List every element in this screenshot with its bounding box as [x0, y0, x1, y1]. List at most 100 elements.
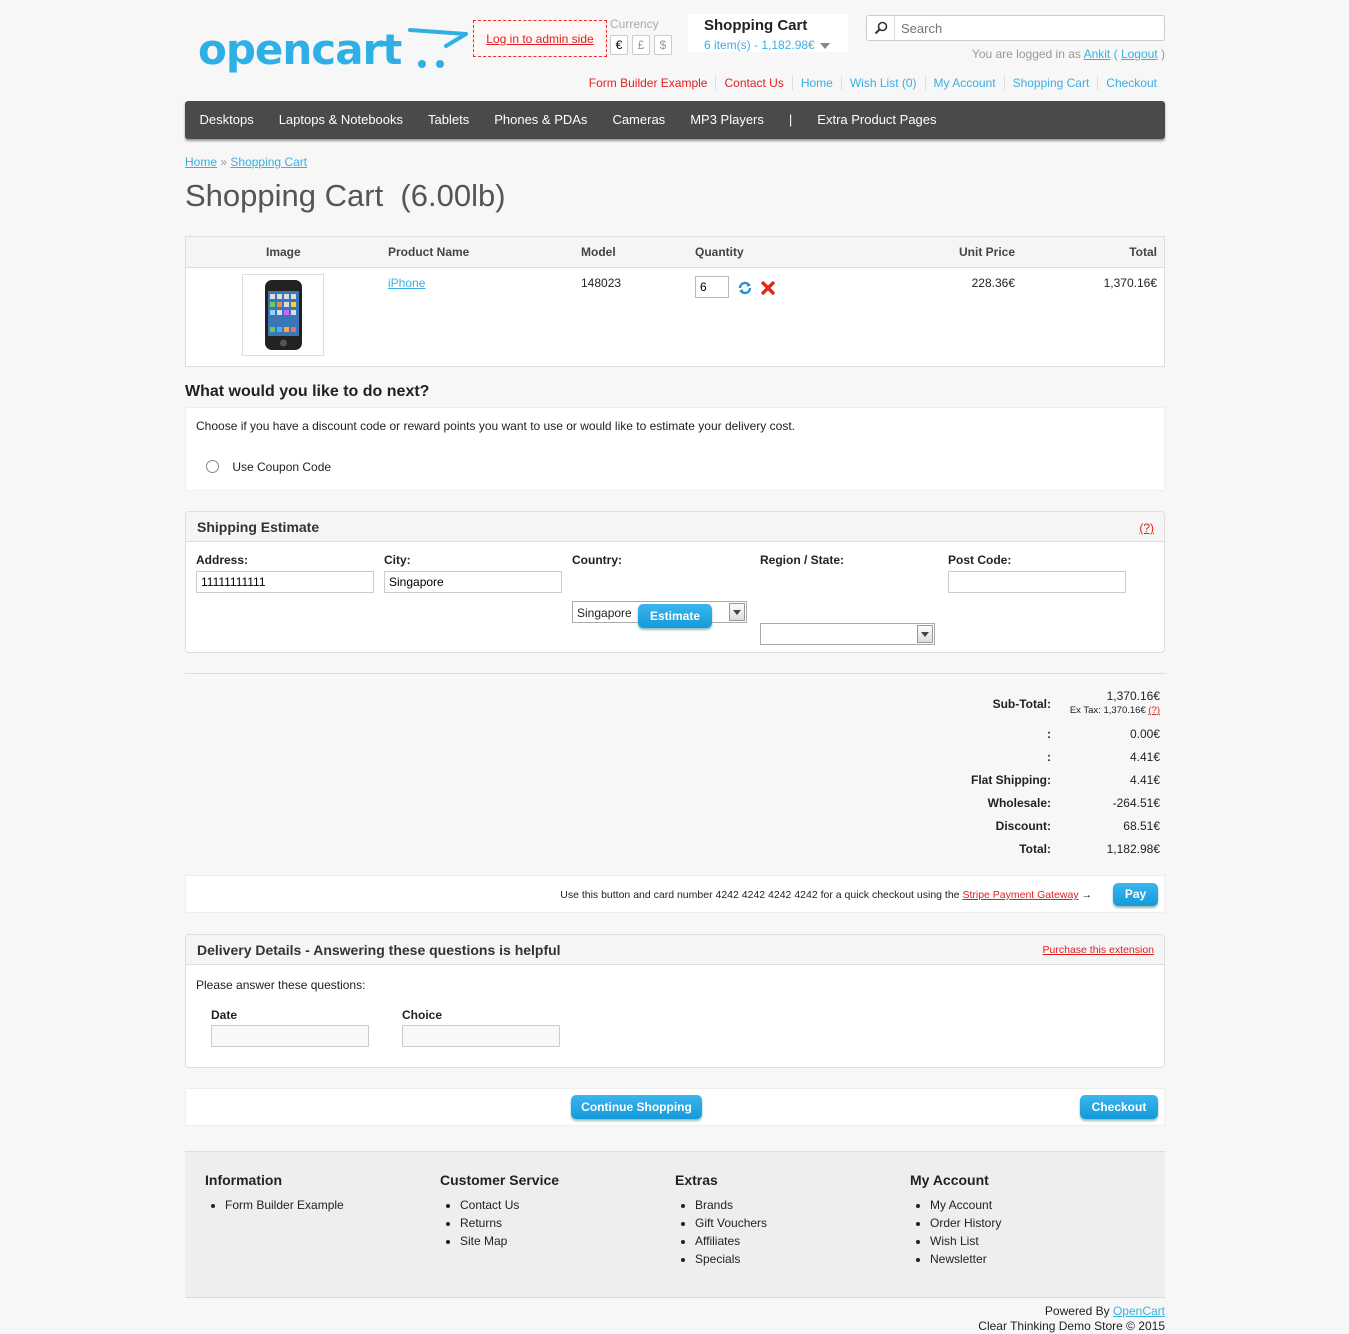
choice-input[interactable] — [402, 1025, 560, 1047]
stripe-description: Use this button and card number 4242 424… — [560, 889, 960, 901]
total-row-label: : — [1047, 750, 1051, 764]
toplink-contact-us[interactable]: Contact Us — [715, 76, 791, 90]
copyright: Clear Thinking Demo Store © 2015 — [978, 1319, 1165, 1333]
footer-information-title: Information — [205, 1172, 282, 1188]
logout-link[interactable]: Logout — [1121, 47, 1158, 61]
city-input[interactable] — [384, 571, 562, 593]
pay-button[interactable]: Pay — [1113, 883, 1158, 906]
footer-link[interactable]: Specials — [695, 1250, 767, 1268]
footer-link[interactable]: Wish List — [930, 1232, 1001, 1250]
footer-link[interactable]: Order History — [930, 1214, 1001, 1232]
toplink-shopping-cart[interactable]: Shopping Cart — [1003, 76, 1098, 90]
checkout-button[interactable]: Checkout — [1080, 1095, 1158, 1119]
menu-laptops[interactable]: Laptops & Notebooks — [266, 101, 415, 139]
footer-extras: Extras Brands Gift Vouchers Affiliates S… — [675, 1172, 767, 1268]
menu-phones[interactable]: Phones & PDAs — [482, 101, 600, 139]
total-row-label: Total: — [1019, 842, 1051, 856]
total-row-value: 4.41€ — [1129, 750, 1160, 764]
total-row: Wholesale: -264.51€ — [185, 796, 1165, 814]
search-icon[interactable] — [867, 16, 895, 40]
currency-dollar-button[interactable]: $ — [654, 35, 672, 55]
product-model: 148023 — [581, 276, 622, 290]
header-cart-summary[interactable]: 6 item(s) - 1,182.98€ — [704, 38, 815, 52]
col-quantity: Quantity — [695, 245, 744, 259]
footer-link[interactable]: Affiliates — [695, 1232, 767, 1250]
total-row-label: Flat Shipping: — [971, 773, 1051, 787]
col-image: Image — [266, 245, 301, 259]
chevron-down-icon[interactable] — [729, 603, 745, 621]
footer-link[interactable]: My Account — [930, 1196, 1001, 1214]
country-label: Country: — [572, 553, 622, 567]
estimate-button[interactable]: Estimate — [638, 604, 712, 628]
total-row-label: : — [1047, 727, 1051, 741]
col-unit-price: Unit Price — [958, 245, 1015, 259]
toplink-checkout[interactable]: Checkout — [1097, 76, 1165, 90]
cart-actions: Continue Shopping Checkout — [185, 1088, 1165, 1126]
menu-desktops[interactable]: Desktops — [187, 101, 266, 139]
footer-link[interactable]: Brands — [695, 1196, 767, 1214]
refresh-icon[interactable] — [737, 280, 753, 299]
continue-shopping-button[interactable]: Continue Shopping — [571, 1095, 702, 1119]
currency-label: Currency — [610, 17, 659, 31]
menu-mp3[interactable]: MP3 Players — [678, 101, 777, 139]
menu-extra-pages[interactable]: Extra Product Pages — [805, 101, 949, 139]
quantity-input[interactable] — [695, 276, 729, 298]
ex-tax-help-link[interactable]: (?) — [1148, 705, 1160, 716]
menu-cameras[interactable]: Cameras — [600, 101, 678, 139]
total-row-value: 68.51€ — [1123, 819, 1160, 833]
toplink-my-account[interactable]: My Account — [924, 76, 1004, 90]
date-input[interactable] — [211, 1025, 369, 1047]
address-input[interactable] — [196, 571, 374, 593]
opencart-link[interactable]: OpenCart — [1113, 1304, 1165, 1318]
footer-link[interactable]: Site Map — [460, 1232, 559, 1250]
total-row-value: 4.41€ — [1129, 773, 1160, 787]
admin-login-link[interactable]: Log in to admin side — [473, 20, 607, 57]
delivery-details-panel: Delivery Details - Answering these quest… — [185, 934, 1165, 1068]
shipping-estimate-title: Shipping Estimate — [197, 519, 320, 535]
cart-table-header: Image Product Name Model Quantity Unit P… — [186, 237, 1164, 268]
col-model: Model — [581, 245, 616, 259]
powered-prefix: Powered By — [1044, 1304, 1110, 1318]
footer-link[interactable]: Gift Vouchers — [695, 1214, 767, 1232]
chevron-down-icon[interactable] — [917, 625, 933, 643]
next-title: What would you like to do next? — [185, 383, 430, 400]
coupon-radio[interactable] — [206, 460, 219, 474]
stripe-gateway-link[interactable]: Stripe Payment Gateway — [962, 889, 1078, 901]
product-image[interactable] — [242, 274, 324, 356]
breadcrumb-current[interactable]: Shopping Cart — [230, 155, 307, 169]
footer-extras-title: Extras — [675, 1172, 718, 1188]
product-name-link[interactable]: iPhone — [388, 276, 425, 290]
currency-pound-button[interactable]: £ — [632, 35, 650, 55]
remove-icon[interactable] — [760, 280, 776, 299]
delivery-details-header: Delivery Details - Answering these quest… — [186, 935, 1164, 965]
footer-my-account: My Account My Account Order History Wish… — [910, 1172, 1001, 1268]
toplink-home[interactable]: Home — [791, 76, 841, 90]
footer-link[interactable]: Form Builder Example — [225, 1196, 344, 1214]
footer-link[interactable]: Contact Us — [460, 1196, 559, 1214]
main-menu: Desktops Laptops & Notebooks Tablets Pho… — [185, 101, 1165, 139]
postcode-input[interactable] — [948, 571, 1126, 593]
purchase-extension-link[interactable]: Purchase this extension — [1043, 944, 1154, 956]
region-select[interactable] — [760, 623, 935, 645]
toplink-form-builder[interactable]: Form Builder Example — [581, 76, 716, 90]
total-row-label: Wholesale: — [987, 796, 1051, 810]
footer: Information Form Builder Example Custome… — [185, 1151, 1165, 1298]
unit-price: 228.36€ — [971, 276, 1015, 290]
toplink-wishlist[interactable]: Wish List (0) — [840, 76, 925, 90]
opencart-logo[interactable]: opencart — [198, 22, 473, 80]
breadcrumb-home[interactable]: Home — [185, 155, 217, 169]
choice-label: Choice — [402, 1008, 443, 1022]
coupon-option[interactable]: Use Coupon Code — [206, 459, 331, 474]
footer-customer-service: Customer Service Contact Us Returns Site… — [440, 1172, 559, 1250]
header-cart[interactable]: Shopping Cart 6 item(s) - 1,182.98€ — [688, 14, 848, 52]
menu-tablets[interactable]: Tablets — [416, 101, 482, 139]
footer-link[interactable]: Newsletter — [930, 1250, 1001, 1268]
shipping-help-link[interactable]: (?) — [1139, 521, 1154, 535]
user-name-link[interactable]: Ankit — [1084, 47, 1111, 61]
chevron-down-icon[interactable] — [819, 42, 830, 49]
currency-euro-button[interactable]: € — [610, 35, 628, 55]
ex-tax-note: Ex Tax: 1,370.16€ (?) — [1070, 705, 1160, 716]
footer-link[interactable]: Returns — [460, 1214, 559, 1232]
col-product-name: Product Name — [388, 245, 470, 259]
search-input[interactable] — [895, 16, 1164, 40]
